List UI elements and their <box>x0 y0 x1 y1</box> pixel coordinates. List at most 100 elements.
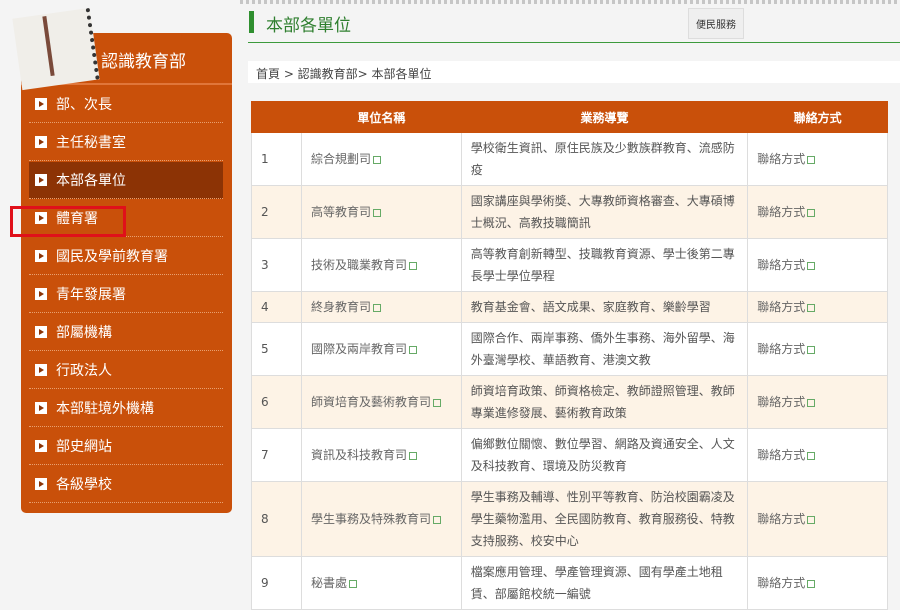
unit-name-link[interactable]: 終身教育司 <box>311 300 371 314</box>
external-link-icon <box>807 515 816 524</box>
row-number: 4 <box>251 291 302 323</box>
row-number: 9 <box>251 556 302 610</box>
highlight-box <box>10 206 126 237</box>
unit-name-link[interactable]: 秘書處 <box>311 576 347 590</box>
row-number: 3 <box>251 238 302 292</box>
row-number: 5 <box>251 322 302 376</box>
unit-cell: 師資培育及藝術教育司 <box>300 375 462 429</box>
unit-cell: 高等教育司 <box>300 185 462 239</box>
external-link-icon <box>408 451 417 460</box>
row-number: 7 <box>251 428 302 482</box>
title-accent <box>249 11 254 33</box>
arrow-icon <box>35 440 47 452</box>
table-row: 8 學生事務及特殊教育司 學生事務及輔導、性別平等教育、防治校園霸凌及學生藥物濫用、… <box>251 481 888 557</box>
sidebar-item-label: 國民及學前教育署 <box>56 249 168 265</box>
unit-description: 偏鄉數位關懷、數位學習、網路及資通安全、人文及科技教育、環境及防災教育 <box>460 428 749 482</box>
contact-link[interactable]: 聯絡方式 <box>757 300 805 314</box>
unit-name-link[interactable]: 綜合規劃司 <box>311 152 371 166</box>
unit-description: 國際合作、兩岸事務、僑外生事務、海外留學、海外臺灣學校、華語教育、港澳文教 <box>460 322 749 376</box>
external-link-icon <box>408 261 417 270</box>
external-link-icon <box>372 208 381 217</box>
sidebar-item-label: 青年發展署 <box>56 287 126 303</box>
arrow-icon <box>35 288 47 300</box>
sidebar-item[interactable]: 部屬機構 <box>29 314 223 351</box>
unit-description: 教育基金會、語文成果、家庭教育、樂齡學習 <box>460 291 749 323</box>
sidebar-item[interactable]: 各級學校 <box>29 466 223 503</box>
service-button[interactable]: 便民服務 <box>688 8 744 39</box>
sidebar-item-label: 本部駐境外機構 <box>56 401 154 417</box>
divider <box>248 42 900 43</box>
external-link-icon <box>807 451 816 460</box>
contact-link[interactable]: 聯絡方式 <box>757 342 805 356</box>
sidebar-item-label: 各級學校 <box>56 477 112 493</box>
sidebar-item[interactable]: 國民及學前教育署 <box>29 238 223 275</box>
sidebar-item[interactable]: 本部各單位 <box>29 162 223 199</box>
sidebar-item[interactable]: 本部駐境外機構 <box>29 390 223 427</box>
sidebar-item[interactable]: 行政法人 <box>29 352 223 389</box>
arrow-icon <box>35 326 47 338</box>
contact-cell: 聯絡方式 <box>747 375 888 429</box>
unit-cell: 終身教育司 <box>300 291 462 323</box>
external-link-icon <box>807 303 816 312</box>
contact-link[interactable]: 聯絡方式 <box>757 576 805 590</box>
sidebar-item-label: 本部各單位 <box>56 173 126 189</box>
contact-cell: 聯絡方式 <box>747 481 888 557</box>
units-table: 單位名稱 業務導覽 聯絡方式 1 綜合規劃司 學校衛生資訊、原住民族及少數族群教育、… <box>251 101 888 610</box>
arrow-icon <box>35 250 47 262</box>
unit-cell: 資訊及科技教育司 <box>300 428 462 482</box>
sidebar-item-label: 行政法人 <box>56 363 112 379</box>
unit-cell: 技術及職業教育司 <box>300 238 462 292</box>
sidebar-item-label: 主任秘書室 <box>56 135 126 151</box>
arrow-icon <box>35 402 47 414</box>
row-number: 2 <box>251 185 302 239</box>
header-desc: 業務導覽 <box>460 101 749 133</box>
contact-cell: 聯絡方式 <box>747 556 888 610</box>
breadcrumb: 首頁 > 認識教育部> 本部各單位 <box>248 61 900 83</box>
unit-cell: 秘書處 <box>300 556 462 610</box>
unit-name-link[interactable]: 技術及職業教育司 <box>311 258 407 272</box>
unit-description: 國家講座與學術獎、大專教師資格審查、大專碩博士概況、高教技職簡訊 <box>460 185 749 239</box>
arrow-icon <box>35 478 47 490</box>
unit-name-link[interactable]: 國際及兩岸教育司 <box>311 342 407 356</box>
sidebar-item[interactable]: 部、次長 <box>29 86 223 123</box>
table-row: 4 終身教育司 教育基金會、語文成果、家庭教育、樂齡學習 聯絡方式 <box>251 291 888 323</box>
unit-name-link[interactable]: 師資培育及藝術教育司 <box>311 395 431 409</box>
sidebar-header: 認識教育部 <box>12 7 232 91</box>
contact-link[interactable]: 聯絡方式 <box>757 258 805 272</box>
contact-link[interactable]: 聯絡方式 <box>757 152 805 166</box>
unit-name-link[interactable]: 資訊及科技教育司 <box>311 448 407 462</box>
unit-description: 學校衛生資訊、原住民族及少數族群教育、流感防疫 <box>460 132 749 186</box>
external-link-icon <box>372 155 381 164</box>
contact-link[interactable]: 聯絡方式 <box>757 448 805 462</box>
sidebar-item[interactable]: 青年發展署 <box>29 276 223 313</box>
arrow-icon <box>35 174 47 186</box>
sidebar-item[interactable]: 主任秘書室 <box>29 124 223 161</box>
contact-link[interactable]: 聯絡方式 <box>757 205 805 219</box>
contact-link[interactable]: 聯絡方式 <box>757 395 805 409</box>
unit-name-link[interactable]: 學生事務及特殊教育司 <box>311 512 431 526</box>
table-row: 5 國際及兩岸教育司 國際合作、兩岸事務、僑外生事務、海外留學、海外臺灣學校、華語教… <box>251 322 888 376</box>
table-row: 6 師資培育及藝術教育司 師資培育政策、師資格檢定、教師證照管理、教師專業進修發展、… <box>251 375 888 429</box>
external-link-icon <box>432 515 441 524</box>
external-link-icon <box>807 579 816 588</box>
sidebar-title: 認識教育部 <box>101 52 186 72</box>
unit-description: 學生事務及輔導、性別平等教育、防治校園霸凌及學生藥物濫用、全民國防教育、教育服務… <box>460 481 749 557</box>
top-decoration <box>240 0 900 4</box>
external-link-icon <box>807 261 816 270</box>
external-link-icon <box>372 303 381 312</box>
external-link-icon <box>807 155 816 164</box>
notebook-image <box>12 7 100 91</box>
unit-name-link[interactable]: 高等教育司 <box>311 205 371 219</box>
external-link-icon <box>432 398 441 407</box>
header-name: 單位名稱 <box>300 101 462 133</box>
sidebar-item-label: 部史網站 <box>56 439 112 455</box>
contact-link[interactable]: 聯絡方式 <box>757 512 805 526</box>
table-row: 2 高等教育司 國家講座與學術獎、大專教師資格審查、大專碩博士概況、高教技職簡訊 聯絡… <box>251 185 888 239</box>
sidebar-item[interactable]: 部史網站 <box>29 428 223 465</box>
external-link-icon <box>807 398 816 407</box>
unit-cell: 學生事務及特殊教育司 <box>300 481 462 557</box>
unit-cell: 綜合規劃司 <box>300 132 462 186</box>
table-row: 3 技術及職業教育司 高等教育創新轉型、技職教育資源、學士後第二專長學士學位學程 聯絡… <box>251 238 888 292</box>
contact-cell: 聯絡方式 <box>747 291 888 323</box>
external-link-icon <box>807 345 816 354</box>
